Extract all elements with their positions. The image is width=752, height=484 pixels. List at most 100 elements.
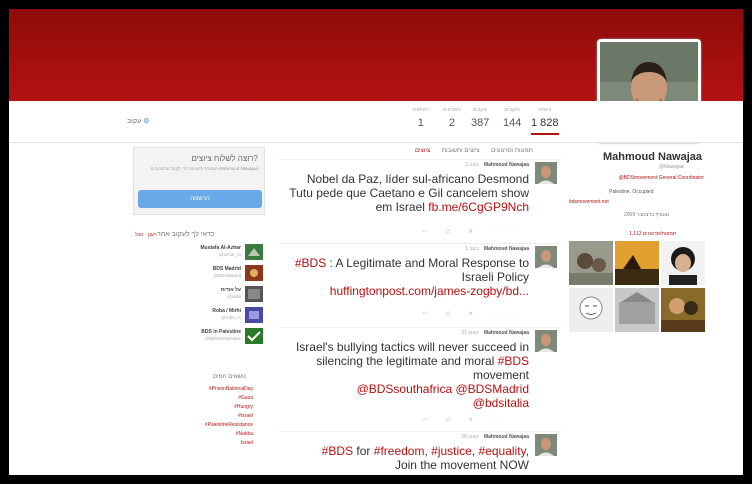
signup-title: רוצה לשלוח ציוצים?	[191, 154, 258, 163]
photo-thumbnail[interactable]	[661, 241, 705, 285]
suggested-account[interactable]: Roba / Mirhi @roba_m	[179, 307, 265, 325]
suggested-account-name[interactable]: Roba / Mirhi	[212, 308, 241, 314]
stat-favorites[interactable]: מועדפים 2	[443, 107, 461, 131]
tab-photos-videos[interactable]: תמונות וסרטונים	[491, 148, 533, 154]
stat-tweets[interactable]: ציוצים 1 828	[531, 107, 559, 135]
stat-value: 1 828	[531, 117, 559, 129]
who-to-follow-controls[interactable]: רענן · הכל	[135, 232, 157, 238]
stat-followers[interactable]: עוקבים 387	[471, 107, 489, 131]
tweet-actions[interactable]: ↩ ⇄ ★ ···	[423, 310, 521, 317]
tweet-item[interactable]: 31 באוק Mahmoud Nawajaa Israel's bullyin…	[279, 327, 561, 427]
suggested-account[interactable]: Mustafa Al-Azhar @azhar_m	[179, 244, 265, 262]
stat-label: רשימות	[413, 107, 429, 113]
tweet-text: Israel's bullying tactics will never suc…	[281, 340, 529, 410]
follow-label: עקוב	[127, 118, 142, 125]
photo-thumbnail[interactable]	[569, 288, 613, 332]
suggested-account-name[interactable]: BDS in Palestine	[201, 329, 241, 335]
profile-stats-bar: ציוצים 1 828 נעקבים 144 עוקבים 387 מועדפ…	[9, 101, 743, 143]
follow-button[interactable]: עקוב ⚙	[127, 117, 149, 125]
signup-subtitle: הצטרף לטוויטר כדי לקבל עדכונים מ-Mahmoud…	[150, 166, 258, 171]
tweet-item[interactable]: 3 בנוב Mahmoud Nawajaa Nobel da Paz, líd…	[279, 159, 561, 239]
tab-tweets-replies[interactable]: ציוצים ותשובות	[442, 148, 480, 154]
stat-following[interactable]: נעקבים 144	[503, 107, 521, 131]
suggested-account-name[interactable]: Mustafa Al-Azhar	[200, 245, 241, 251]
trends-title: נושאים חמים	[213, 374, 246, 380]
suggested-account-name[interactable]: BDS Madrid	[213, 266, 241, 272]
tweet-avatar[interactable]	[535, 330, 557, 352]
suggested-account-avatar[interactable]	[245, 328, 263, 344]
tweet-body: ,	[525, 444, 529, 458]
tweet-hashtag[interactable]: #equality	[479, 444, 526, 458]
tweet-body: Israel's bullying tactics will never suc…	[295, 340, 529, 368]
tweet-author[interactable]: Mahmoud Nawajaa	[484, 330, 529, 336]
suggested-account-name[interactable]: על אודות	[221, 287, 241, 293]
tweet-hashtag[interactable]: #freedom	[374, 444, 425, 458]
stat-value: 387	[471, 117, 490, 129]
tweet-meta: 31 באוק Mahmoud Nawajaa	[461, 330, 529, 336]
trend-item[interactable]: #Hungry	[234, 404, 253, 410]
profile-handle[interactable]: @Nawajaa	[659, 164, 684, 170]
profile-website-link[interactable]: bdsmovement.net	[569, 199, 609, 205]
tweet-date[interactable]: 28 באוק	[461, 434, 478, 440]
suggested-account[interactable]: BDS in Palestine @BDSinPalestine	[179, 328, 265, 346]
tweet-mentions[interactable]: @BDSsouthafrica @BDSMadrid	[357, 382, 529, 396]
suggested-account-avatar[interactable]	[245, 286, 263, 302]
trend-item[interactable]: #PalestineResistance	[205, 422, 253, 428]
suggested-account[interactable]: BDS Madrid @BDSMadrid	[179, 265, 265, 283]
suggested-account-avatar[interactable]	[245, 307, 263, 323]
profile-location: Palestine, Occupied	[609, 189, 654, 195]
tweet-mention[interactable]: @bdsitalia	[473, 396, 529, 410]
suggested-account-avatar[interactable]	[245, 265, 263, 281]
photos-videos-link[interactable]: 1,113 תמונות/סרטונים	[629, 231, 676, 237]
tweet-actions[interactable]: ↩ ⇄ ★ ···	[423, 228, 521, 235]
tweet-text: Nobel da Paz, líder sul-africano Desmond…	[281, 172, 529, 214]
profile-joined-date: 2009 נצטרף בדצמבר	[624, 212, 670, 218]
tweet-item[interactable]: 1 בנוב Mahmoud Nawajaa #BDS : A Legitima…	[279, 243, 561, 323]
tweet-text: #BDS : A Legitimate and Moral Response t…	[281, 256, 529, 298]
tweet-hashtag[interactable]: #BDS	[322, 444, 353, 458]
photo-thumbnail[interactable]	[661, 288, 705, 332]
tweet-item[interactable]: 28 באוק Mahmoud Nawajaa #BDS for #freedo…	[279, 431, 561, 475]
photo-thumbnail[interactable]	[615, 241, 659, 285]
who-to-follow-title: כדאי לך לעקוב אחר	[157, 231, 215, 238]
photo-thumbnail[interactable]	[615, 288, 659, 332]
signup-button[interactable]: הרשמה	[138, 190, 262, 208]
suggested-account-handle: @sulla	[227, 294, 241, 299]
tweet-body: : A Legitimate and Moral Response to Isr…	[326, 256, 529, 284]
tweet-hashtag[interactable]: #justice	[431, 444, 472, 458]
tweet-avatar[interactable]	[535, 434, 557, 456]
stat-label: מועדפים	[443, 107, 461, 113]
trend-item[interactable]: #Nakba	[236, 431, 253, 437]
signup-box: רוצה לשלוח ציוצים? הצטרף לטוויטר כדי לקב…	[133, 147, 265, 215]
tweet-date[interactable]: 31 באוק	[461, 330, 478, 336]
tweet-actions[interactable]: ↩ ⇄ ★ ···	[423, 416, 521, 423]
tweet-link[interactable]: huffingtonpost.com/james-zogby/bd...	[330, 284, 529, 298]
gear-icon[interactable]: ⚙	[143, 118, 149, 125]
tweet-avatar[interactable]	[535, 162, 557, 184]
trend-item[interactable]: #PrisonNationalDay	[209, 386, 253, 392]
suggested-account-handle: @BDSMadrid	[213, 273, 241, 278]
trend-item[interactable]: Israel	[241, 440, 253, 446]
tweet-date[interactable]: 3 בנוב	[465, 162, 478, 168]
stat-lists[interactable]: רשימות 1	[413, 107, 429, 131]
trend-item[interactable]: #Gaza	[238, 395, 253, 401]
suggested-account[interactable]: על אודות @sulla	[179, 286, 265, 304]
tweet-date[interactable]: 1 בנוב	[465, 246, 478, 252]
tweet-link[interactable]: fb.me/6CgGP9Nch	[428, 200, 529, 214]
tweet-author[interactable]: Mahmoud Nawajaa	[484, 246, 529, 252]
suggested-account-avatar[interactable]	[245, 244, 263, 260]
photo-thumbnail[interactable]	[569, 241, 613, 285]
stat-label: עוקבים	[472, 107, 488, 113]
screenshot-frame: ציוצים 1 828 נעקבים 144 עוקבים 387 מועדפ…	[6, 6, 746, 478]
profile-name: Mahmoud Nawajaa	[603, 151, 703, 163]
tweet-avatar[interactable]	[535, 246, 557, 268]
tab-tweets[interactable]: ציוצים	[415, 148, 430, 154]
suggested-account-handle: @BDSinPalestine	[205, 336, 241, 341]
tweet-hashtag[interactable]: #BDS	[498, 354, 529, 368]
trend-item[interactable]: #Israel	[238, 413, 253, 419]
tweet-hashtag[interactable]: #BDS	[295, 256, 326, 270]
stat-label: ציוצים	[538, 107, 552, 113]
tweet-author[interactable]: Mahmoud Nawajaa	[484, 434, 529, 440]
tweet-body: ,	[471, 444, 479, 458]
tweet-author[interactable]: Mahmoud Nawajaa	[484, 162, 529, 168]
